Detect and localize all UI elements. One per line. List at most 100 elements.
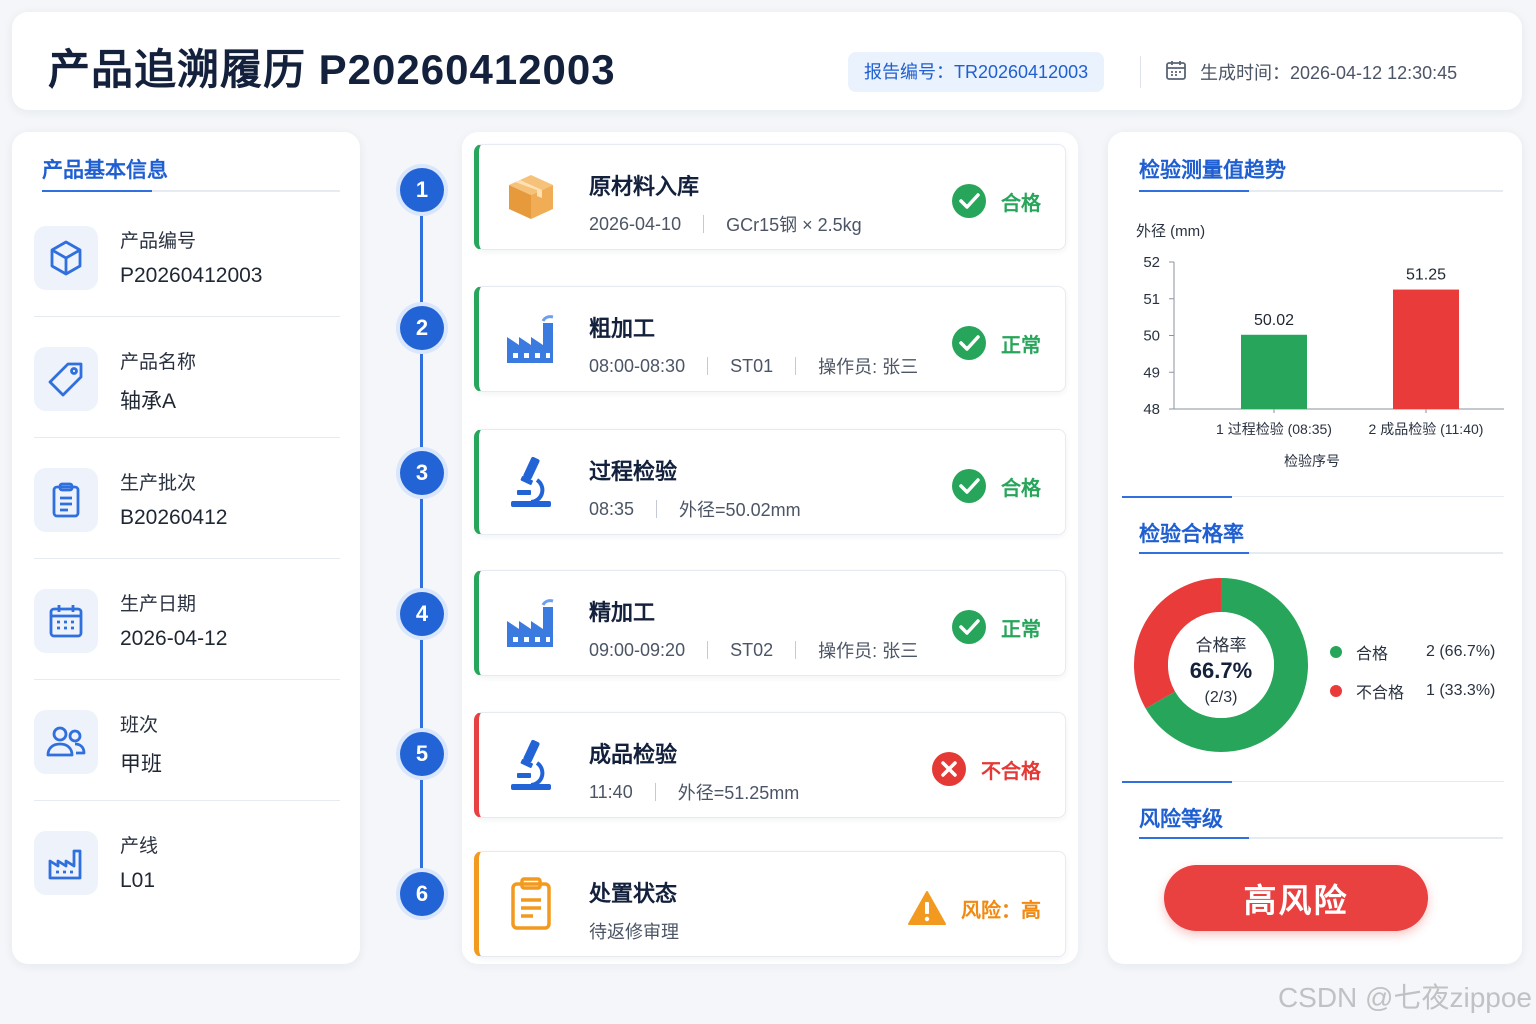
step-detail: 08:00-08:30 ST01 操作员: 张三 [589, 353, 918, 379]
donut-center-value: 66.7% [1190, 658, 1252, 683]
status-text: 风险：高 [961, 899, 1041, 922]
step-detail-item: 11:40 [589, 781, 633, 802]
section-underline [42, 190, 340, 192]
step-name: 粗加工 [589, 316, 656, 341]
users-icon [34, 710, 98, 774]
factory-icon [501, 309, 561, 369]
info-item-batch: 生产批次 B20260412 [34, 438, 340, 559]
page-title: 产品追溯履历 P20260412003 [48, 46, 616, 93]
legend-value: 2 (66.7%) [1426, 643, 1496, 660]
step-detail: 09:00-09:20 ST02 操作员: 张三 [589, 637, 918, 663]
info-value: L01 [120, 869, 156, 892]
donut-center-sub: (2/3) [1205, 689, 1238, 706]
step-detail: 11:40 外径=51.25mm [589, 779, 799, 805]
y-tick-label: 48 [1143, 401, 1160, 418]
factory-icon [501, 593, 561, 653]
status-text: 合格 [1001, 477, 1041, 500]
timeline-line [420, 188, 423, 894]
info-label: 生产批次 [120, 473, 197, 494]
header-divider [1140, 56, 1141, 88]
clipboard-icon [501, 874, 561, 934]
info-label: 产线 [120, 836, 159, 857]
legend-item-pass: 合格 2 (66.7%) [1330, 640, 1495, 664]
info-value: B20260412 [120, 506, 228, 529]
info-label: 生产日期 [120, 594, 197, 615]
timeline-step-disposition[interactable]: 处置状态 待返修审理 风险：高 [474, 851, 1066, 957]
info-item-line: 产线 L01 [34, 801, 340, 922]
info-label: 产品编号 [120, 231, 197, 252]
info-label: 产品名称 [120, 352, 197, 373]
status-fail: 不合格 [931, 751, 1041, 787]
info-value: 轴承A [120, 390, 177, 413]
legend-item-fail: 不合格 1 (33.3%) [1330, 679, 1495, 703]
tag-icon [34, 347, 98, 411]
status-ok: 正常 [951, 325, 1041, 361]
timeline-step-raw-material[interactable]: 原材料入库 2026-04-10 GCr15钢 × 2.5kg 合格 [474, 144, 1066, 250]
generated-time: 生成时间：2026-04-12 12:30:45 [1164, 56, 1457, 88]
check-circle-icon [952, 469, 986, 503]
timeline-step-rough-machining[interactable]: 粗加工 08:00-08:30 ST01 操作员: 张三 正常 [474, 286, 1066, 392]
risk-level-badge: 高风险 [1164, 865, 1428, 931]
generated-time-text: 生成时间：2026-04-12 12:30:45 [1200, 63, 1458, 83]
step-detail-item: 08:00-08:30 [589, 355, 686, 376]
product-info-panel: 产品基本信息 产品编号 P20260412003 产品名称 轴承A 生产批次 B… [12, 132, 360, 964]
status-ok: 合格 [951, 468, 1041, 504]
status-text: 正常 [1001, 618, 1041, 641]
legend-dot [1330, 685, 1342, 697]
info-item-product-name: 产品名称 轴承A [34, 317, 340, 438]
step-detail-item: 待返修审理 [589, 922, 679, 942]
step-detail-item: 操作员: 张三 [818, 357, 919, 377]
y-axis-label: 外径 (mm) [1136, 223, 1205, 240]
timeline-step-finish-machining[interactable]: 精加工 09:00-09:20 ST02 操作员: 张三 正常 [474, 570, 1066, 676]
legend-name: 不合格 [1356, 685, 1405, 702]
timeline-step-process-inspection[interactable]: 过程检验 08:35 外径=50.02mm 合格 [474, 429, 1066, 535]
microscope-icon [501, 452, 561, 512]
microscope-icon [501, 735, 561, 795]
donut-slice [1134, 578, 1222, 709]
legend-dot [1330, 646, 1342, 658]
status-warning: 风险：高 [907, 890, 1041, 926]
status-text: 正常 [1001, 334, 1041, 357]
bar [1393, 289, 1459, 409]
trend-bar-chart: 外径 (mm) 48 49 50 51 52 50.02 1 过程检验 (08:35) 51… [1136, 223, 1504, 469]
status-text: 合格 [1001, 192, 1041, 215]
step-name: 过程检验 [589, 459, 678, 484]
legend-value: 1 (33.3%) [1426, 682, 1496, 699]
status-text: 不合格 [981, 760, 1041, 783]
step-detail: 2026-04-10 GCr15钢 × 2.5kg [589, 211, 862, 237]
y-tick-label: 50 [1143, 328, 1160, 345]
step-detail-item: 操作员: 张三 [818, 641, 919, 661]
step-number: 4 [400, 592, 444, 636]
status-ok: 合格 [951, 183, 1041, 219]
step-detail-item: 2026-04-10 [589, 213, 682, 234]
info-item-product-no: 产品编号 P20260412003 [34, 196, 340, 317]
section-underline [1139, 837, 1503, 839]
y-tick-label: 52 [1143, 254, 1160, 271]
status-ok: 正常 [951, 609, 1041, 645]
info-value: 甲班 [120, 753, 162, 776]
step-detail: 待返修审理 [589, 918, 679, 944]
step-number: 5 [400, 732, 444, 776]
cube-icon [34, 226, 98, 290]
box-icon [501, 167, 561, 227]
section-title-product-info: 产品基本信息 [42, 159, 168, 182]
report-number-badge: 报告编号：TR20260412003 [848, 52, 1105, 92]
donut-center-label: 合格率 [1196, 636, 1247, 655]
info-item-prod-date: 生产日期 2026-04-12 [34, 559, 340, 680]
step-number: 3 [400, 451, 444, 495]
x-tick-label: 2 成品检验 (11:40) [1369, 421, 1484, 437]
timeline-step-final-inspection[interactable]: 成品检验 11:40 外径=51.25mm 不合格 [474, 712, 1066, 818]
check-circle-icon [952, 184, 986, 218]
section-title-risk: 风险等级 [1139, 808, 1223, 831]
x-circle-icon [932, 752, 966, 786]
x-axis-label: 检验序号 [1284, 453, 1340, 469]
info-value: 2026-04-12 [120, 627, 228, 650]
step-detail-item: 外径=50.02mm [679, 500, 801, 520]
calendar-icon [1164, 58, 1188, 87]
step-name: 精加工 [589, 600, 656, 625]
y-tick-label: 51 [1143, 291, 1160, 308]
step-number: 6 [400, 872, 444, 916]
watermark: CSDN @七夜zippoe [1277, 982, 1532, 1013]
analysis-panel: 检验测量值趋势 外径 (mm) 48 49 50 51 52 50.02 1 过程检验 (… [1108, 132, 1522, 964]
check-circle-icon [952, 326, 986, 360]
